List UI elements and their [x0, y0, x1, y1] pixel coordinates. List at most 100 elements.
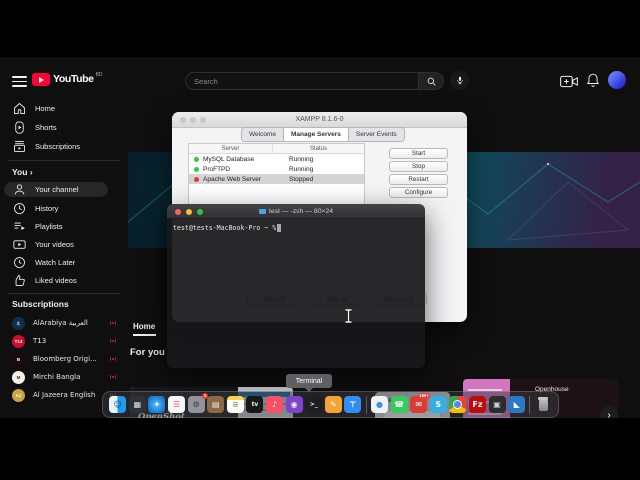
table-row-mysql[interactable]: MySQL Database Running — [189, 154, 364, 164]
search-icon — [427, 77, 436, 86]
tab-underline — [133, 334, 156, 336]
divider — [8, 293, 120, 294]
sidebar-item-watch-later[interactable]: Watch Later — [0, 254, 126, 271]
configure-button[interactable]: Configure — [389, 187, 448, 198]
notes-icon[interactable]: ≡ — [226, 396, 244, 413]
live-badge-icon — [110, 375, 116, 379]
chevron-right-icon: › — [29, 167, 33, 177]
youtube-header: YouTube BD — [0, 57, 640, 97]
dock-separator — [365, 395, 367, 414]
maps-icon[interactable]: ● — [371, 396, 389, 413]
pages-icon[interactable]: ✎ — [324, 396, 342, 413]
voice-search-button[interactable] — [450, 71, 469, 90]
stop-button[interactable]: Stop — [389, 161, 448, 172]
sidebar-item-home[interactable]: Home — [0, 100, 126, 117]
podcasts-icon[interactable]: ◉ — [285, 396, 303, 413]
sidebar-label: Your channel — [35, 185, 79, 194]
start-button[interactable]: Start — [389, 148, 448, 159]
sidebar-item-your-channel[interactable]: Your channel — [4, 182, 108, 197]
subscription-mirchi-bangla[interactable]: M Mirchi Bangla — [0, 369, 126, 385]
chrome-icon[interactable] — [449, 396, 467, 413]
subscription-bloomberg[interactable]: B Bloomberg Origi... — [0, 351, 126, 367]
person-icon — [14, 184, 25, 195]
dock-tooltip: Terminal — [286, 374, 332, 392]
tab-welcome[interactable]: Welcome — [242, 128, 284, 141]
sidebar-label: Your videos — [35, 240, 74, 249]
folder-icon — [258, 208, 266, 214]
sidebar-label: History — [35, 204, 59, 213]
sidebar-label: Subscriptions — [35, 142, 81, 151]
history-icon — [14, 203, 25, 214]
region-badge: BD — [95, 72, 103, 79]
shorts-icon — [15, 121, 24, 134]
tab-server-events[interactable]: Server Events — [348, 128, 404, 141]
live-badge-icon — [110, 357, 116, 361]
channel-avatar: B — [12, 352, 25, 366]
sidebar-label: Watch Later — [35, 258, 76, 267]
terminal-body[interactable]: test@tests-MacBook-Pro ~ % — [167, 219, 425, 368]
keynote-icon[interactable]: ⊤ — [344, 396, 362, 413]
system-settings-icon[interactable]: ⚙ 1 — [187, 393, 208, 413]
subscriptions-icon — [14, 141, 25, 152]
quicktime-icon[interactable]: ▣ — [488, 396, 506, 413]
account-avatar[interactable] — [608, 71, 626, 89]
reminders-icon[interactable]: ☰ — [168, 396, 186, 413]
apple-tv-icon[interactable]: tv — [246, 396, 264, 413]
whatsapp-icon[interactable]: ☎ — [390, 396, 408, 413]
live-badge-icon — [110, 321, 116, 325]
carousel-next-button[interactable]: › — [600, 406, 618, 418]
notifications-bell-icon[interactable] — [586, 72, 600, 88]
music-icon[interactable]: ♪ — [266, 396, 284, 413]
letterbox-bottom — [0, 418, 640, 480]
search-input-wrap — [185, 72, 419, 90]
vscode-icon[interactable]: ◣ — [508, 396, 526, 413]
status-dot-running — [194, 166, 199, 172]
filezilla-icon[interactable]: Fz — [468, 396, 486, 413]
terminal-icon[interactable]: >_ — [305, 396, 323, 413]
launchpad-icon[interactable]: ▦ — [128, 396, 146, 413]
tab-manage-servers[interactable]: Manage Servers — [283, 128, 349, 141]
finder-icon[interactable]: ☺ — [109, 396, 127, 413]
sidebar-item-playlists[interactable]: Playlists — [0, 218, 126, 235]
column-server: Server — [189, 144, 273, 153]
xampp-titlebar[interactable]: XAMPP 8.1.6-0 — [172, 112, 467, 128]
window-title: XAMPP 8.1.6-0 — [295, 116, 344, 123]
channel-avatar: ع — [12, 316, 25, 330]
trash-icon[interactable] — [535, 396, 552, 413]
sidebar-item-liked-videos[interactable]: Liked videos — [0, 272, 126, 289]
terminal-cursor — [277, 224, 282, 232]
table-row-proftpd[interactable]: ProFTPD Running — [189, 164, 364, 174]
subscription-alarabiya[interactable]: ع AlArabiya العربية — [0, 315, 126, 331]
sidebar-item-shorts[interactable]: Shorts — [0, 119, 126, 136]
xampp-tab-bar: Welcome Manage Servers Server Events — [241, 127, 405, 142]
sidebar-section-you[interactable]: You › — [12, 167, 33, 177]
sidebar-label: Liked videos — [35, 276, 77, 285]
sidebar-item-history[interactable]: History — [0, 200, 126, 217]
mail-icon[interactable]: ✉ 150+ — [410, 393, 431, 413]
microphone-icon — [456, 76, 463, 85]
screen: Home For you OpenShot 3:13 VIDEO 1:05 — [0, 0, 640, 480]
thumbs-up-icon — [15, 275, 25, 286]
menu-icon[interactable] — [12, 76, 27, 87]
restart-button[interactable]: Restart — [389, 174, 448, 185]
sidebar-item-your-videos[interactable]: Your videos — [0, 236, 126, 253]
create-video-icon[interactable] — [560, 75, 578, 88]
your-videos-icon — [13, 240, 26, 249]
skype-icon[interactable]: S — [429, 396, 447, 413]
letterbox-top — [0, 0, 640, 57]
safari-icon[interactable]: ✦ — [148, 396, 166, 413]
watch-later-icon — [14, 257, 25, 268]
youtube-logo[interactable]: YouTube BD — [32, 72, 103, 86]
channel-avatar: AJ — [12, 388, 25, 402]
status-dot-running — [194, 156, 199, 162]
channel-tab-home[interactable]: Home — [133, 322, 155, 331]
contacts-icon[interactable]: ▤ — [207, 396, 225, 413]
subscription-t13[interactable]: T13 T13 — [0, 333, 126, 349]
dock-separator — [529, 395, 531, 414]
search-input[interactable] — [194, 76, 410, 86]
table-row-apache[interactable]: Apache Web Server Stopped — [189, 174, 364, 184]
search-button[interactable] — [419, 72, 444, 90]
table-header: Server Status — [189, 144, 364, 154]
terminal-titlebar[interactable]: test — -zsh — 80×24 — [167, 204, 425, 219]
sidebar-item-subscriptions[interactable]: Subscriptions — [0, 138, 126, 155]
